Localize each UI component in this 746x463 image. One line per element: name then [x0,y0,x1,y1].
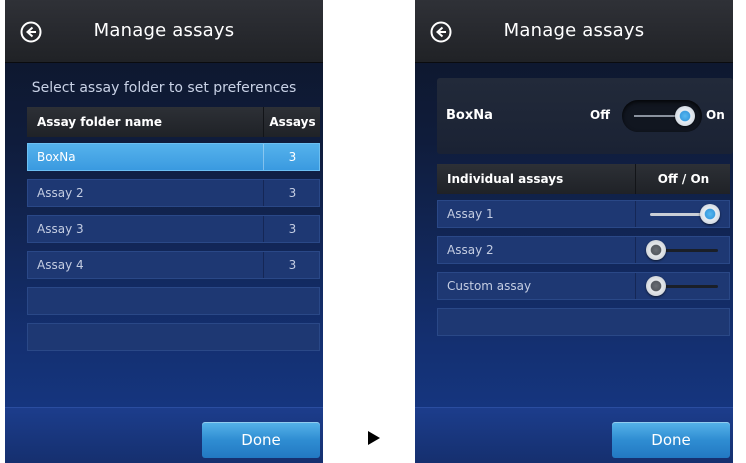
manage-assays-detail-screen: Manage assays BoxNa Off On Individual as… [415,0,733,463]
header: Manage assays [415,0,733,63]
folder-name: Assay 4 [37,258,84,272]
empty-row [27,287,320,315]
assay-count: 3 [263,180,321,206]
assay-name: Custom assay [447,279,532,293]
assay-name: Assay 1 [447,207,494,221]
folder-row[interactable]: Assay 2 3 [27,179,320,207]
folder-name: Assay 2 [37,186,84,200]
folder-toggle-switch[interactable] [622,100,702,132]
toggle-knob[interactable] [646,276,666,296]
folder-row[interactable]: Assay 3 3 [27,215,320,243]
folder-name: BoxNa [446,108,493,123]
header: Manage assays [5,0,323,63]
page-title: Manage assays [93,20,235,41]
assay-row[interactable]: Custom assay [437,272,730,300]
folder-toggle-panel: BoxNa Off On [437,78,733,154]
toggle-knob[interactable] [646,240,666,260]
column-header-assays: Assays [263,107,321,137]
divider [635,201,636,227]
toggle-knob[interactable] [675,106,695,126]
done-button[interactable]: Done [202,422,320,458]
play-arrow-icon [368,431,380,445]
assay-row[interactable]: Assay 1 [437,200,730,228]
assay-name: Assay 2 [447,243,494,257]
empty-row [437,308,730,336]
instruction-text: Select assay folder to set preferences [31,80,297,96]
footer-bar: Done [415,407,733,463]
divider [635,273,636,299]
done-button[interactable]: Done [612,422,730,458]
manage-assays-folder-screen: Manage assays Select assay folder to set… [5,0,323,463]
folder-table-header: Assay folder name Assays [27,107,320,137]
divider [635,237,636,263]
assay-toggle-switch[interactable] [646,204,720,224]
on-label: On [706,108,725,122]
off-label: Off [590,108,610,122]
assay-row[interactable]: Assay 2 [437,236,730,264]
assay-toggle-switch[interactable] [646,240,720,260]
column-header-individual-assays: Individual assays [447,172,564,186]
page-title: Manage assays [503,20,645,41]
column-header-off-on: Off / On [635,164,731,194]
assay-count: 3 [263,144,321,170]
folder-row[interactable]: BoxNa 3 [27,143,320,171]
toggle-knob[interactable] [700,204,720,224]
assay-count: 3 [263,252,321,278]
footer-bar: Done [5,407,323,463]
folder-row[interactable]: Assay 4 3 [27,251,320,279]
column-header-folder-name: Assay folder name [37,115,162,129]
empty-row [27,323,320,351]
folder-name: BoxNa [37,150,76,164]
folder-name: Assay 3 [37,222,84,236]
assays-table-header: Individual assays Off / On [437,164,730,194]
assay-count: 3 [263,216,321,242]
assay-toggle-switch[interactable] [646,276,720,296]
